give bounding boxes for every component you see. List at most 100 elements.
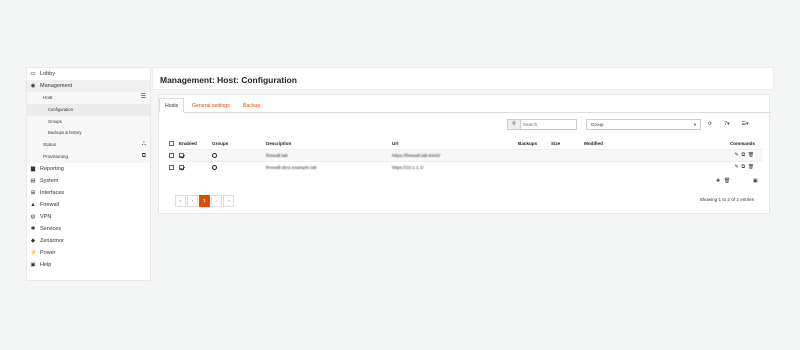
server-icon: ▤ <box>30 177 36 184</box>
fire-icon: ▲ <box>30 201 36 208</box>
delete-icon[interactable]: 🗑 <box>748 153 757 158</box>
column-header[interactable]: Url <box>392 138 518 149</box>
tab-hosts[interactable]: Hosts <box>159 98 185 113</box>
sidebar-item-label: Provisioning <box>43 153 69 159</box>
url-cell: https://10.1.1.1/ <box>392 160 518 173</box>
column-header[interactable]: Modified <box>584 138 704 149</box>
sidebar-item-label: Host <box>43 95 53 100</box>
page-current-button[interactable]: 1 <box>199 195 210 207</box>
sidebar-item-label: Interfaces <box>40 189 65 196</box>
sidebar-item-label: Reporting <box>40 165 64 172</box>
sidebar-item-backups[interactable]: Backups & history <box>27 127 150 140</box>
table-header-row: Enabled Groups Description Url Backups S… <box>169 138 763 149</box>
add-button[interactable]: ✚ <box>716 178 720 184</box>
sidebar-item-label: Management <box>40 83 73 89</box>
gauge-icon: ◉ <box>30 83 36 89</box>
sidebar-item-label: Power <box>40 249 56 256</box>
delete-icon[interactable]: 🗑 <box>748 165 757 170</box>
sidebar-item-system[interactable]: ▤ System <box>27 175 150 187</box>
sidebar-item-label: Backups & history <box>48 130 82 136</box>
tab-bar: Hosts General settings Backup <box>159 95 771 113</box>
page-prev-button[interactable]: ‹ <box>187 195 198 207</box>
page-next-button[interactable]: › <box>211 195 222 207</box>
enabled-toggle[interactable] <box>179 152 184 158</box>
network-icon: ⛬ <box>141 141 146 148</box>
sidebar-item-label: Groups <box>48 118 62 124</box>
sidebar-item-provisioning[interactable]: Provisioning ⧉ <box>27 150 150 163</box>
refresh-button[interactable]: ⟳ <box>705 119 715 130</box>
shield-icon: ◆ <box>30 237 36 244</box>
hosts-table: Enabled Groups Description Url Backups S… <box>169 138 763 173</box>
copy-icon: ⧉ <box>141 152 146 159</box>
column-header[interactable]: Enabled <box>179 138 212 149</box>
sidebar: ▭ Lobby ◉ Management Host ☰ Configuration G… <box>26 67 151 281</box>
search-box: ⚲ <box>507 119 577 130</box>
laptop-icon: ▭ <box>30 71 36 77</box>
columns-button[interactable]: ☰▾ <box>737 119 753 130</box>
page-title: Management: Host: Configuration <box>160 75 297 85</box>
chevron-down-icon: ▼ <box>693 122 697 127</box>
group-select[interactable]: Group ▼ <box>586 119 701 130</box>
sidebar-item-label: Configuration <box>48 106 73 112</box>
gear-icon: ✱ <box>30 225 36 232</box>
pagination: « ‹ 1 › » <box>175 195 235 207</box>
delete-selected-button[interactable]: 🗑 <box>724 178 730 184</box>
table-row: firewall.lab https://firewall.lab:8443/ … <box>169 148 763 161</box>
sidebar-item-host[interactable]: Host ☰ <box>27 92 150 104</box>
sidebar-item-label: System <box>40 177 59 184</box>
sidebar-item-label: Status <box>43 142 57 148</box>
tab-general-settings[interactable]: General settings <box>186 98 236 113</box>
chart-icon: ▆ <box>30 165 36 172</box>
help-icon: ▣ <box>30 261 36 268</box>
sidebar-item-management[interactable]: ◉ Management <box>27 80 150 92</box>
sidebar-item-reporting[interactable]: ▆ Reporting <box>27 163 150 175</box>
tab-backup[interactable]: Backup <box>237 98 266 113</box>
sidebar-item-status[interactable]: Status ⛬ <box>27 139 150 151</box>
sidebar-item-label: Services <box>40 225 62 232</box>
group-status-icon <box>212 152 217 158</box>
row-checkbox[interactable] <box>169 152 174 158</box>
list-icon: ☰ <box>140 94 146 100</box>
sidebar-item-vpn[interactable]: ◍ VPN <box>27 211 150 223</box>
sidebar-item-label: VPN <box>40 213 52 220</box>
column-header[interactable]: Groups <box>212 138 266 149</box>
sidebar-item-label: Help <box>40 261 52 268</box>
sidebar-item-power[interactable]: ⚡ Power <box>27 247 150 259</box>
column-header[interactable]: Size <box>551 138 584 149</box>
sidebar-item-services[interactable]: ✱ Services <box>27 223 150 235</box>
main-panel: Hosts General settings Backup ⚲ Group ▼ … <box>158 94 771 214</box>
page-header: Management: Host: Configuration <box>152 67 774 90</box>
entries-info: Showing 1 to 2 of 2 entries <box>699 197 754 202</box>
url-cell: https://firewall.lab:8443/ <box>392 148 518 161</box>
column-header[interactable]: Description <box>266 138 392 149</box>
group-select-value: Group <box>591 122 604 127</box>
column-header: Commands <box>729 140 755 146</box>
select-all-checkbox[interactable] <box>169 140 174 146</box>
plug-icon: ⚡ <box>30 249 37 256</box>
search-input[interactable] <box>523 121 575 128</box>
sidebar-item-groups[interactable]: Groups <box>27 115 150 128</box>
sidebar-item-zenarmor[interactable]: ◆ Zenarmor <box>27 235 150 247</box>
search-icon[interactable]: ⚲ <box>508 120 521 129</box>
sitemap-icon: ⊞ <box>30 189 36 196</box>
sidebar-item-label: Zenarmor <box>40 237 64 244</box>
group-status-icon <box>212 164 217 170</box>
enabled-toggle[interactable] <box>179 164 184 170</box>
description-cell: firewall.lab <box>266 148 392 161</box>
save-icon[interactable]: ▣ <box>753 178 758 184</box>
sidebar-item-label: Firewall <box>40 201 59 208</box>
sidebar-item-firewall[interactable]: ▲ Firewall <box>27 199 150 211</box>
globe-icon: ◍ <box>30 213 36 220</box>
sidebar-item-interfaces[interactable]: ⊞ Interfaces <box>27 187 150 199</box>
sidebar-item-label: Lobby <box>40 71 55 77</box>
sidebar-item-lobby[interactable]: ▭ Lobby <box>27 68 150 80</box>
page-size-button[interactable]: 7▾ <box>720 119 734 130</box>
sidebar-item-help[interactable]: ▣ Help <box>27 259 150 271</box>
page-last-button[interactable]: » <box>223 195 234 207</box>
page-first-button[interactable]: « <box>175 195 186 207</box>
description-cell: firewall-dmz.example.lab <box>266 160 392 173</box>
column-header[interactable]: Backups <box>518 138 551 149</box>
table-row: firewall-dmz.example.lab https://10.1.1.… <box>169 160 763 173</box>
row-checkbox[interactable] <box>169 164 174 170</box>
sidebar-item-configuration[interactable]: Configuration <box>27 103 150 116</box>
